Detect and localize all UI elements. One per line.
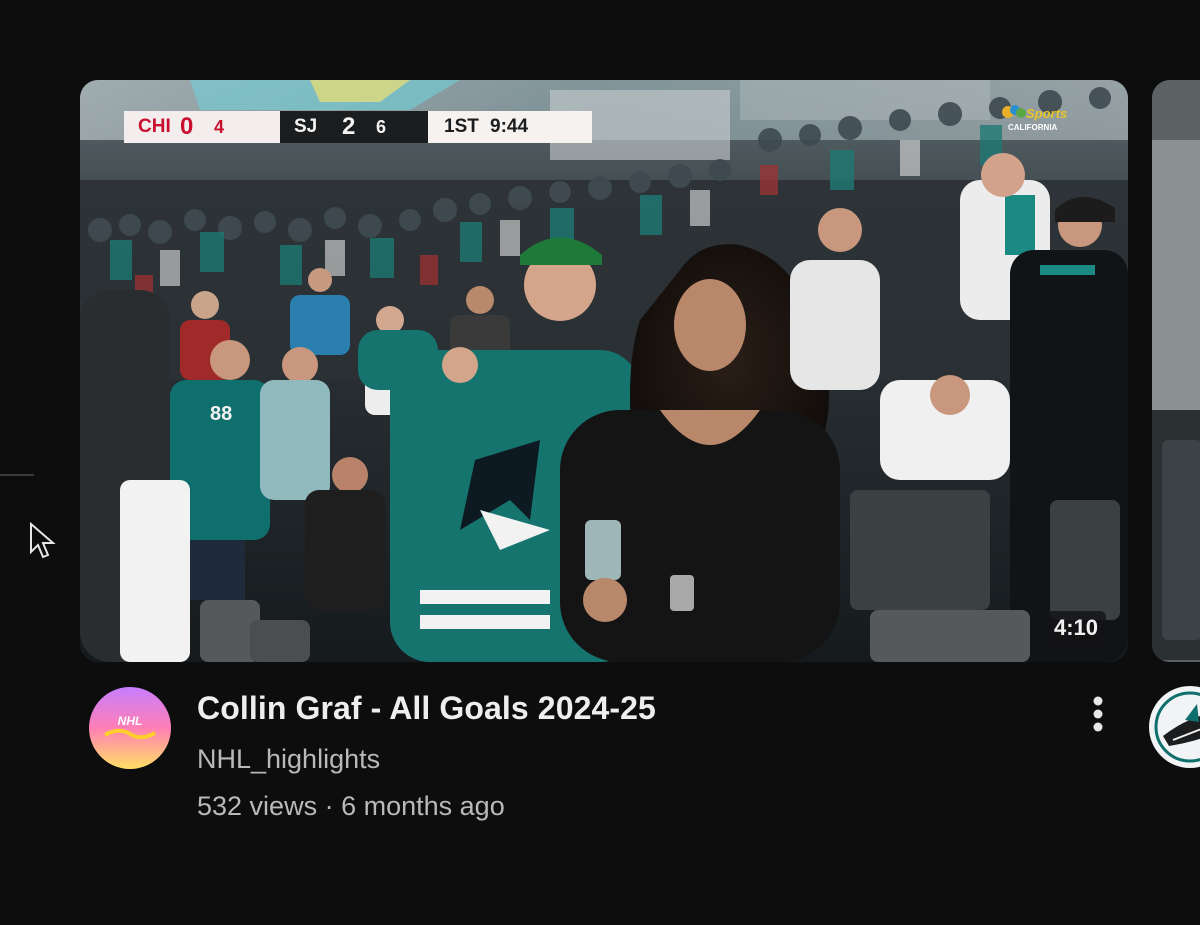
away-team-goals: 0 xyxy=(180,113,194,140)
next-video-image xyxy=(1152,80,1200,662)
network-logo: Sports CALIFORNIA xyxy=(1002,105,1067,132)
cursor-arrow-icon xyxy=(30,522,56,559)
away-team-shots: 4 xyxy=(214,116,225,137)
video-title[interactable]: Collin Graf - All Goals 2024-25 xyxy=(197,690,656,727)
game-clock: 1ST 9:44 xyxy=(428,111,592,143)
avatar-logo-text: NHL xyxy=(118,714,143,728)
next-channel-avatar[interactable] xyxy=(1149,686,1200,768)
away-team-score: CHI 0 4 xyxy=(124,111,280,143)
more-vert-icon[interactable] xyxy=(1084,692,1112,736)
shark-logo-icon xyxy=(1154,691,1200,763)
clock-time: 9:44 xyxy=(490,116,529,137)
home-team-score: SJ 2 6 xyxy=(280,111,428,143)
network-logo-line1: Sports xyxy=(1026,106,1067,121)
crowd-scene-image: 88 xyxy=(80,80,1128,662)
video-thumbnail[interactable]: 88 CHI 0 4 SJ 2 6 1ST 9:44 Sports CALIFO… xyxy=(80,80,1128,662)
scorebug: CHI 0 4 SJ 2 6 1ST 9:44 xyxy=(124,111,592,143)
next-video-thumbnail[interactable] xyxy=(1152,80,1200,662)
period-label: 1ST xyxy=(444,116,479,137)
away-team-name: CHI xyxy=(138,116,171,137)
divider-line xyxy=(0,474,34,476)
video-meta: 532 views · 6 months ago xyxy=(197,791,505,822)
duration-badge: 4:10 xyxy=(1045,611,1106,645)
channel-avatar[interactable]: NHL xyxy=(89,687,171,769)
upload-age: 6 months ago xyxy=(341,791,505,821)
meta-separator: · xyxy=(324,791,334,821)
home-team-name: SJ xyxy=(294,116,318,137)
home-team-goals: 2 xyxy=(342,113,356,140)
svg-text:88: 88 xyxy=(210,403,232,425)
view-count: 532 views xyxy=(197,791,318,821)
home-team-shots: 6 xyxy=(376,116,387,137)
network-logo-line2: CALIFORNIA xyxy=(1008,123,1058,132)
channel-name[interactable]: NHL_highlights xyxy=(197,744,380,775)
